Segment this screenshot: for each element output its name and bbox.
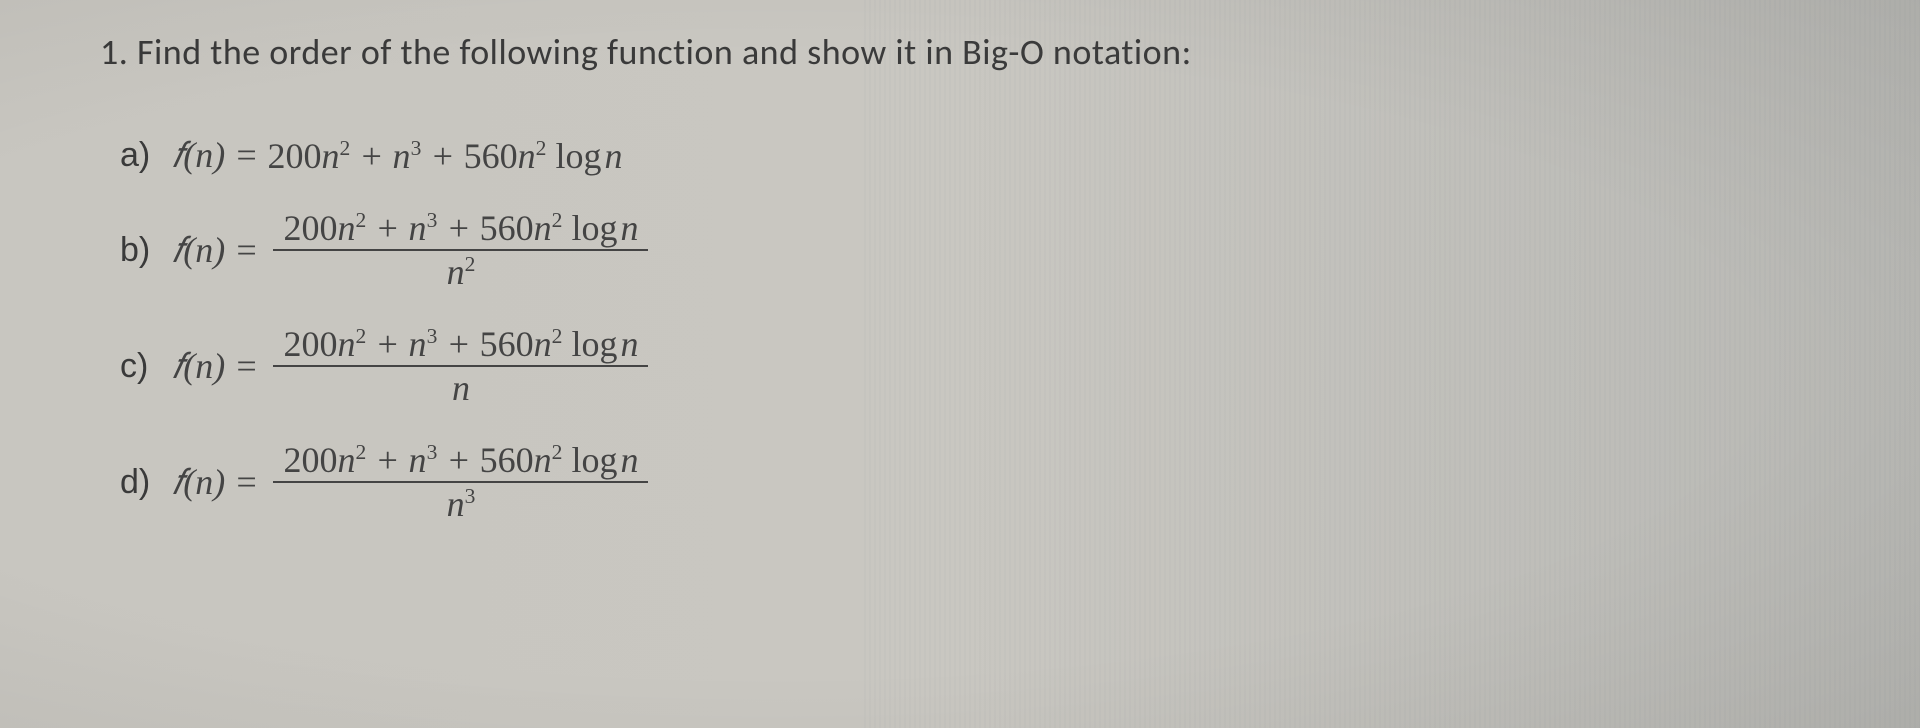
part-d-label: d) [120,463,160,502]
part-d-denominator: n3 [437,483,486,525]
question-prompt: 1. Find the order of the following funct… [100,30,1820,74]
parts-list: a) 𝑓(n) = 200n2 + n3 + 560n2 log n b) 𝑓(… [100,134,1820,525]
part-c-denominator: n [442,367,480,409]
part-d: d) 𝑓(n) = 200n2 + n3 + 560n2 log n n3 [120,439,1820,525]
part-c-label: c) [120,347,160,386]
part-c-lhs: 𝑓(n) = [172,345,267,388]
question-number: 1. [100,30,128,74]
part-c-numerator: 200n2 + n3 + 560n2 log n [273,323,648,367]
part-a-lhs: 𝑓(n) = [172,134,267,177]
part-b-math: 𝑓(n) = 200n2 + n3 + 560n2 log n n2 [172,207,654,293]
part-d-fraction: 200n2 + n3 + 560n2 log n n3 [273,439,648,525]
part-a-math: 𝑓(n) = 200n2 + n3 + 560n2 log n [172,134,622,177]
part-a-label: a) [120,136,160,175]
part-b-label: b) [120,231,160,270]
part-b-lhs: 𝑓(n) = [172,229,267,272]
part-c-math: 𝑓(n) = 200n2 + n3 + 560n2 log n n [172,323,654,409]
part-b-denominator: n2 [437,251,486,293]
part-a: a) 𝑓(n) = 200n2 + n3 + 560n2 log n [120,134,1820,177]
part-d-lhs: 𝑓(n) = [172,461,267,504]
part-b-fraction: 200n2 + n3 + 560n2 log n n2 [273,207,648,293]
question-text: Find the order of the following function… [137,30,1192,74]
page-content: 1. Find the order of the following funct… [0,0,1920,525]
part-c: c) 𝑓(n) = 200n2 + n3 + 560n2 log n n [120,323,1820,409]
part-c-fraction: 200n2 + n3 + 560n2 log n n [273,323,648,409]
part-d-numerator: 200n2 + n3 + 560n2 log n [273,439,648,483]
part-d-math: 𝑓(n) = 200n2 + n3 + 560n2 log n n3 [172,439,654,525]
part-a-rhs: 200n2 + n3 + 560n2 log n [267,135,622,177]
part-b: b) 𝑓(n) = 200n2 + n3 + 560n2 log n n2 [120,207,1820,293]
part-b-numerator: 200n2 + n3 + 560n2 log n [273,207,648,251]
